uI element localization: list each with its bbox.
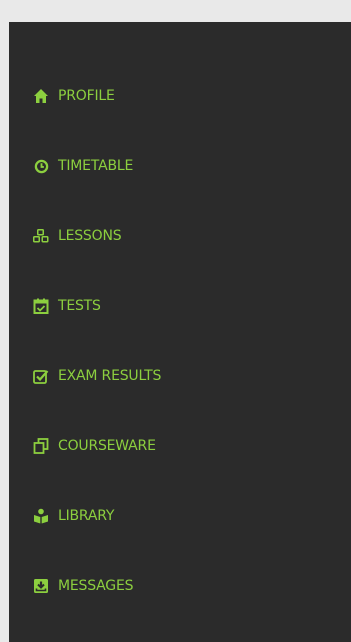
sidebar-item-label: TIMETABLE bbox=[58, 158, 134, 174]
sidebar-item-messages[interactable]: MESSAGES bbox=[32, 576, 133, 596]
sidebar-item-label: LIBRARY bbox=[58, 508, 115, 524]
copy-icon bbox=[32, 437, 50, 455]
sidebar-item-label: MESSAGES bbox=[58, 578, 134, 594]
sidebar-item-lessons[interactable]: LESSONS bbox=[32, 226, 122, 246]
inbox-icon bbox=[32, 577, 50, 595]
sidebar-item-label: COURSEWARE bbox=[58, 438, 156, 454]
sidebar-item-label: TESTS bbox=[58, 298, 101, 314]
cubes-icon bbox=[32, 227, 50, 245]
sidebar-item-tests[interactable]: TESTS bbox=[32, 296, 101, 316]
top-bar bbox=[0, 0, 351, 22]
sidebar-item-exam-results[interactable]: EXAM RESULTS bbox=[32, 366, 161, 386]
sidebar-item-library[interactable]: LIBRARY bbox=[32, 506, 114, 526]
sidebar-item-label: LESSONS bbox=[58, 228, 122, 244]
sidebar-item-label: PROFILE bbox=[58, 88, 115, 104]
clock-icon bbox=[32, 157, 50, 175]
calendar-check-icon bbox=[32, 297, 50, 315]
checkbox-icon bbox=[32, 367, 50, 385]
sidebar-item-label: EXAM RESULTS bbox=[58, 368, 162, 384]
book-reader-icon bbox=[32, 507, 50, 525]
home-icon bbox=[32, 87, 50, 105]
sidebar-item-courseware[interactable]: COURSEWARE bbox=[32, 436, 156, 456]
sidebar-item-profile[interactable]: PROFILE bbox=[32, 86, 115, 106]
sidebar: PROFILE TIMETABLE LESSONS TESTS EXAM RES… bbox=[9, 22, 351, 642]
sidebar-item-timetable[interactable]: TIMETABLE bbox=[32, 156, 133, 176]
